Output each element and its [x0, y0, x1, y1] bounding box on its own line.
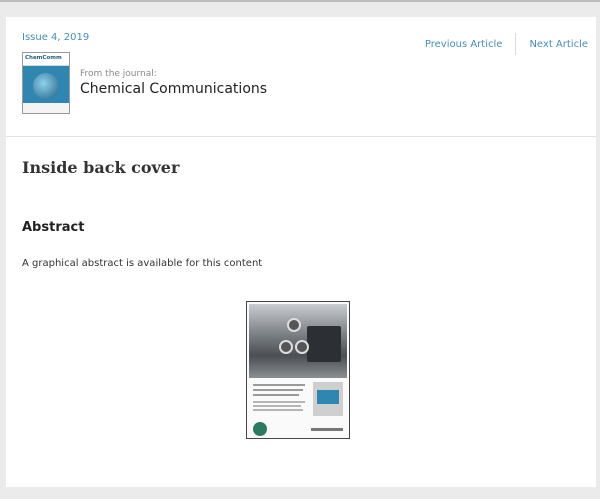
wheel-shape	[295, 340, 309, 354]
footer-text-line	[311, 428, 343, 431]
next-article-link[interactable]: Next Article	[529, 39, 588, 50]
inset-box	[313, 382, 343, 416]
issue-link[interactable]: Issue 4, 2019	[22, 32, 89, 43]
journal-cover-thumbnail[interactable]: ChemComm	[22, 52, 70, 114]
from-journal-label: From the journal:	[80, 69, 157, 79]
graphical-abstract-image[interactable]	[246, 301, 350, 439]
text-line	[253, 384, 305, 386]
article-title: Inside back cover	[22, 158, 180, 177]
previous-article-link[interactable]: Previous Article	[425, 39, 503, 50]
cover-photo	[249, 304, 347, 378]
wheel-shape	[279, 340, 293, 354]
nav-divider	[515, 33, 517, 55]
cover-thumb-title: ChemComm	[25, 55, 62, 61]
cover-footer	[23, 103, 69, 113]
journal-name[interactable]: Chemical Communications	[80, 81, 267, 97]
abstract-text: A graphical abstract is available for th…	[22, 258, 263, 269]
cover-art	[33, 73, 59, 99]
text-line	[253, 389, 303, 391]
truck-shape	[307, 326, 341, 362]
top-border	[0, 0, 600, 2]
text-line	[253, 405, 301, 407]
text-line	[253, 409, 303, 411]
article-card: Issue 4, 2019 Previous Article Next Arti…	[6, 17, 596, 487]
article-header: Issue 4, 2019 Previous Article Next Arti…	[6, 17, 596, 137]
publisher-logo-icon	[253, 422, 267, 436]
abstract-heading: Abstract	[22, 220, 85, 235]
wheel-shape	[287, 318, 301, 332]
text-line	[253, 394, 299, 396]
inset-image	[317, 390, 339, 404]
article-nav: Previous Article Next Article	[425, 33, 588, 55]
text-line	[253, 401, 305, 403]
